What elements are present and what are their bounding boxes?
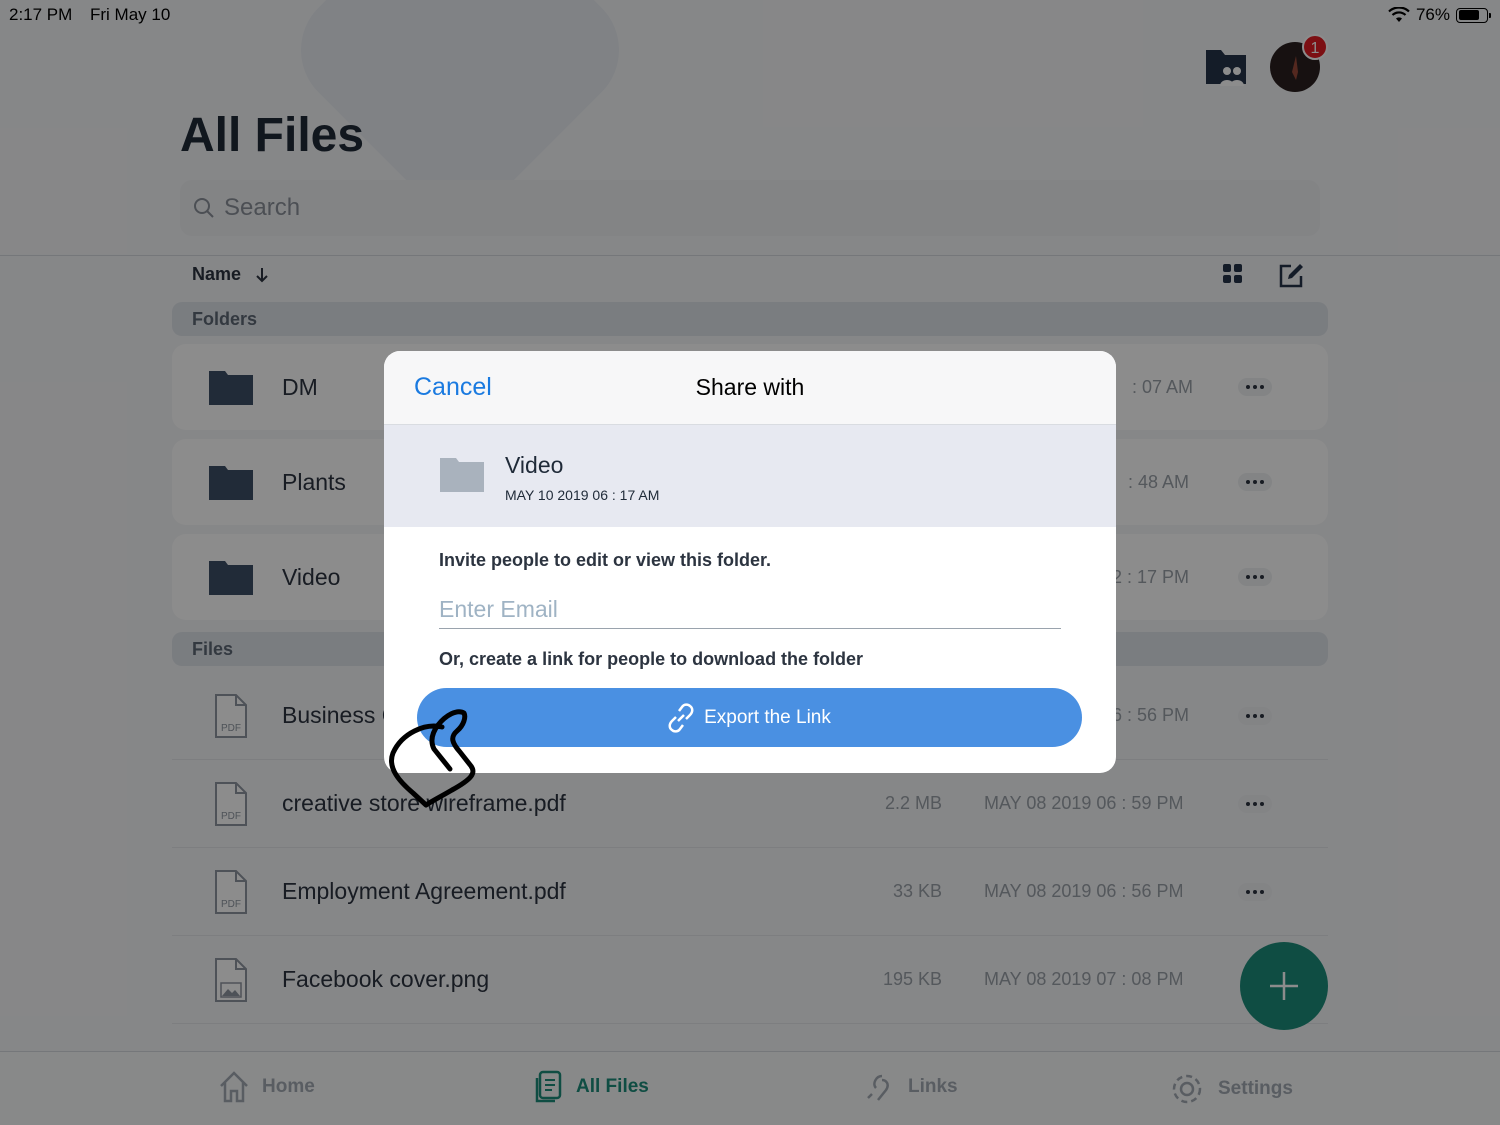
invite-instructions: Invite people to edit or view this folde… [439, 550, 772, 570]
export-link-label: Export the Link [704, 706, 831, 728]
shared-folder-card: Video MAY 10 2019 06 : 17 AM [384, 425, 1116, 527]
link-icon [668, 702, 694, 733]
scribble-mark-icon [389, 709, 476, 808]
modal-title: Share with [695, 374, 805, 400]
folder-icon [440, 458, 484, 492]
share-modal: Cancel Share with Video MAY 10 2019 06 :… [384, 351, 1116, 773]
link-instructions: Or, create a link for people to download… [439, 649, 864, 669]
export-link-button[interactable]: Export the Link [417, 688, 1082, 747]
modal-header: Cancel Share with [384, 351, 1116, 425]
email-field[interactable] [439, 591, 1061, 629]
shared-folder-date: MAY 10 2019 06 : 17 AM [505, 487, 660, 503]
shared-folder-name: Video [505, 452, 564, 478]
